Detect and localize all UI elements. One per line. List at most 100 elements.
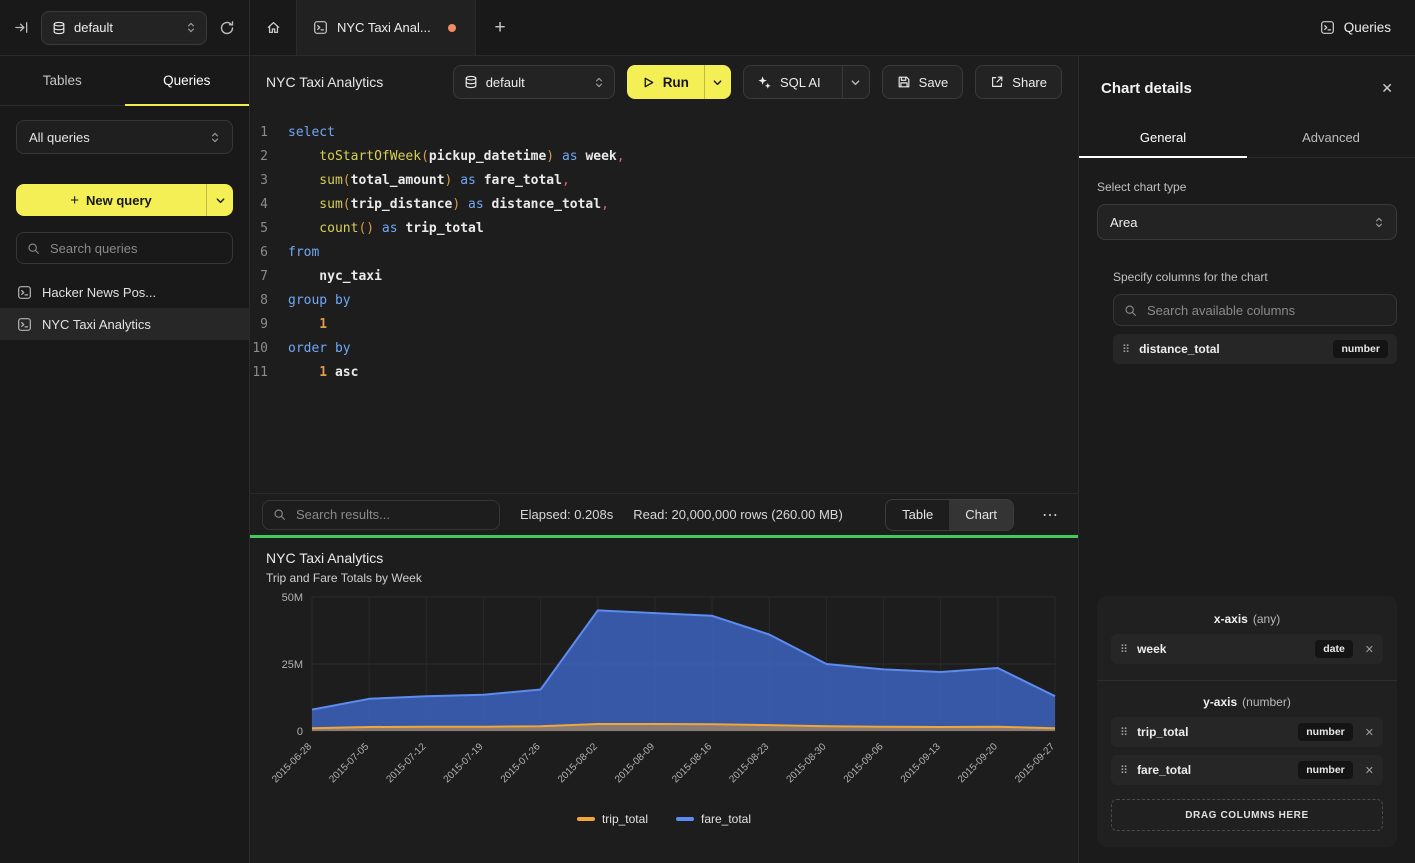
svg-text:50M: 50M bbox=[282, 592, 303, 604]
query-list-item[interactable]: NYC Taxi Analytics bbox=[0, 308, 249, 340]
new-query-button[interactable]: + New query bbox=[16, 184, 233, 216]
code-line[interactable]: 4 sum(trip_distance) as distance_total, bbox=[250, 193, 1078, 217]
legend-label: trip_total bbox=[602, 812, 648, 826]
drop-zone[interactable]: DRAG COLUMNS HERE bbox=[1111, 799, 1383, 831]
topbar-right: Queries bbox=[1296, 0, 1415, 55]
line-number: 6 bbox=[250, 241, 288, 265]
save-button[interactable]: Save bbox=[882, 65, 964, 99]
drag-handle-icon[interactable]: ⠿ bbox=[1120, 764, 1128, 777]
more-options-button[interactable]: ⋯ bbox=[1034, 505, 1066, 525]
share-button[interactable]: Share bbox=[975, 65, 1062, 99]
view-toggle: Table Chart bbox=[885, 499, 1014, 531]
tab-general[interactable]: General bbox=[1079, 117, 1247, 157]
code-line[interactable]: 9 1 bbox=[250, 313, 1078, 337]
y-axis-column-row[interactable]: ⠿fare_totalnumber✕ bbox=[1111, 755, 1383, 785]
legend-label: fare_total bbox=[701, 812, 751, 826]
query-item-label: NYC Taxi Analytics bbox=[42, 317, 151, 332]
svg-text:25M: 25M bbox=[282, 659, 303, 671]
svg-text:2015-06-28: 2015-06-28 bbox=[270, 741, 314, 785]
chart-details-tabs: General Advanced bbox=[1079, 117, 1415, 158]
database-icon bbox=[52, 21, 66, 35]
svg-text:2015-08-16: 2015-08-16 bbox=[670, 741, 714, 785]
sidebar-tab-tables[interactable]: Tables bbox=[0, 56, 125, 105]
refresh-icon[interactable] bbox=[219, 20, 235, 36]
query-list: Hacker News Pos... NYC Taxi Analytics bbox=[0, 276, 249, 340]
body-row: Tables Queries All queries + New query bbox=[0, 56, 1415, 863]
line-number: 2 bbox=[250, 145, 288, 169]
topbar: default NYC Taxi Anal... bbox=[0, 0, 1415, 56]
sql-ai-dropdown[interactable] bbox=[842, 66, 869, 98]
line-number: 8 bbox=[250, 289, 288, 313]
code-text: from bbox=[288, 241, 319, 265]
home-icon bbox=[266, 20, 281, 35]
code-text: nyc_taxi bbox=[288, 265, 382, 289]
x-axis-column-row[interactable]: ⠿weekdate✕ bbox=[1111, 634, 1383, 664]
code-text: sum(total_amount) as fare_total, bbox=[288, 169, 570, 193]
code-line[interactable]: 11 1 asc bbox=[250, 361, 1078, 385]
chart-section: NYC Taxi Analytics Trip and Fare Totals … bbox=[250, 538, 1078, 863]
share-icon bbox=[990, 75, 1004, 89]
code-line[interactable]: 5 count() as trip_total bbox=[250, 217, 1078, 241]
run-database-value: default bbox=[486, 75, 525, 90]
legend-item[interactable]: fare_total bbox=[676, 812, 751, 826]
sidebar-tab-queries[interactable]: Queries bbox=[125, 56, 250, 105]
y-axis-column-row[interactable]: ⠿trip_totalnumber✕ bbox=[1111, 717, 1383, 747]
query-list-item[interactable]: Hacker News Pos... bbox=[0, 276, 249, 308]
code-line[interactable]: 10order by bbox=[250, 337, 1078, 361]
sql-ai-button[interactable]: SQL AI bbox=[743, 65, 870, 99]
view-tab-table[interactable]: Table bbox=[886, 500, 949, 530]
tab-advanced[interactable]: Advanced bbox=[1247, 117, 1415, 157]
run-label: Run bbox=[663, 75, 689, 90]
legend-item[interactable]: trip_total bbox=[577, 812, 648, 826]
code-line[interactable]: 6from bbox=[250, 241, 1078, 265]
query-file-icon bbox=[17, 285, 32, 300]
line-number: 1 bbox=[250, 121, 288, 145]
line-number: 9 bbox=[250, 313, 288, 337]
column-type-badge: number bbox=[1298, 723, 1353, 741]
search-columns-input[interactable] bbox=[1145, 302, 1386, 319]
queries-icon bbox=[1320, 20, 1335, 35]
x-axis-hint: (any) bbox=[1253, 612, 1280, 626]
read-stats-text: Read: 20,000,000 rows (260.00 MB) bbox=[633, 507, 843, 522]
sql-editor[interactable]: 1select2 toStartOfWeek(pickup_datetime) … bbox=[250, 108, 1078, 493]
search-icon bbox=[27, 242, 40, 255]
code-line[interactable]: 1select bbox=[250, 121, 1078, 145]
columns-search bbox=[1113, 294, 1397, 326]
new-tab-button[interactable]: + bbox=[476, 0, 524, 55]
drag-handle-icon[interactable]: ⠿ bbox=[1122, 343, 1130, 356]
svg-text:2015-07-26: 2015-07-26 bbox=[499, 741, 543, 785]
remove-column-icon[interactable]: ✕ bbox=[1365, 643, 1374, 656]
home-tab[interactable] bbox=[250, 0, 296, 55]
chart-subtitle: Trip and Fare Totals by Week bbox=[266, 571, 1062, 585]
drag-handle-icon[interactable]: ⠿ bbox=[1120, 643, 1128, 656]
search-queries-input[interactable] bbox=[48, 240, 222, 257]
available-column-row[interactable]: ⠿distance_totalnumber bbox=[1113, 334, 1397, 364]
topbar-database-select[interactable]: default bbox=[41, 11, 207, 45]
tab-file-icon bbox=[313, 20, 328, 35]
code-line[interactable]: 7 nyc_taxi bbox=[250, 265, 1078, 289]
column-name: fare_total bbox=[1137, 763, 1191, 777]
remove-column-icon[interactable]: ✕ bbox=[1365, 764, 1374, 777]
view-tab-chart[interactable]: Chart bbox=[949, 500, 1013, 530]
new-query-dropdown[interactable] bbox=[206, 184, 233, 216]
code-line[interactable]: 3 sum(total_amount) as fare_total, bbox=[250, 169, 1078, 193]
results-chart[interactable]: 025M50M2015-06-282015-07-052015-07-12201… bbox=[266, 591, 1062, 816]
remove-column-icon[interactable]: ✕ bbox=[1365, 726, 1374, 739]
queries-button[interactable]: Queries bbox=[1320, 20, 1391, 35]
code-line[interactable]: 2 toStartOfWeek(pickup_datetime) as week… bbox=[250, 145, 1078, 169]
y-axis-header: y-axis(number) bbox=[1111, 695, 1383, 709]
chart-legend: trip_total fare_total bbox=[266, 812, 1062, 826]
code-line[interactable]: 8group by bbox=[250, 289, 1078, 313]
tab-nyc-taxi-analytics[interactable]: NYC Taxi Anal... bbox=[296, 0, 476, 55]
chart-type-label: Select chart type bbox=[1097, 180, 1397, 194]
drag-handle-icon[interactable]: ⠿ bbox=[1120, 726, 1128, 739]
search-results-input[interactable] bbox=[294, 506, 489, 523]
run-dropdown[interactable] bbox=[704, 65, 731, 99]
query-filter-select[interactable]: All queries bbox=[16, 120, 233, 154]
run-button[interactable]: Run bbox=[627, 65, 731, 99]
close-icon[interactable]: ✕ bbox=[1381, 80, 1393, 97]
collapse-sidebar-icon[interactable] bbox=[14, 20, 29, 35]
axes-divider bbox=[1097, 680, 1397, 681]
chart-type-select[interactable]: Area bbox=[1097, 204, 1397, 240]
run-database-select[interactable]: default bbox=[453, 65, 615, 99]
